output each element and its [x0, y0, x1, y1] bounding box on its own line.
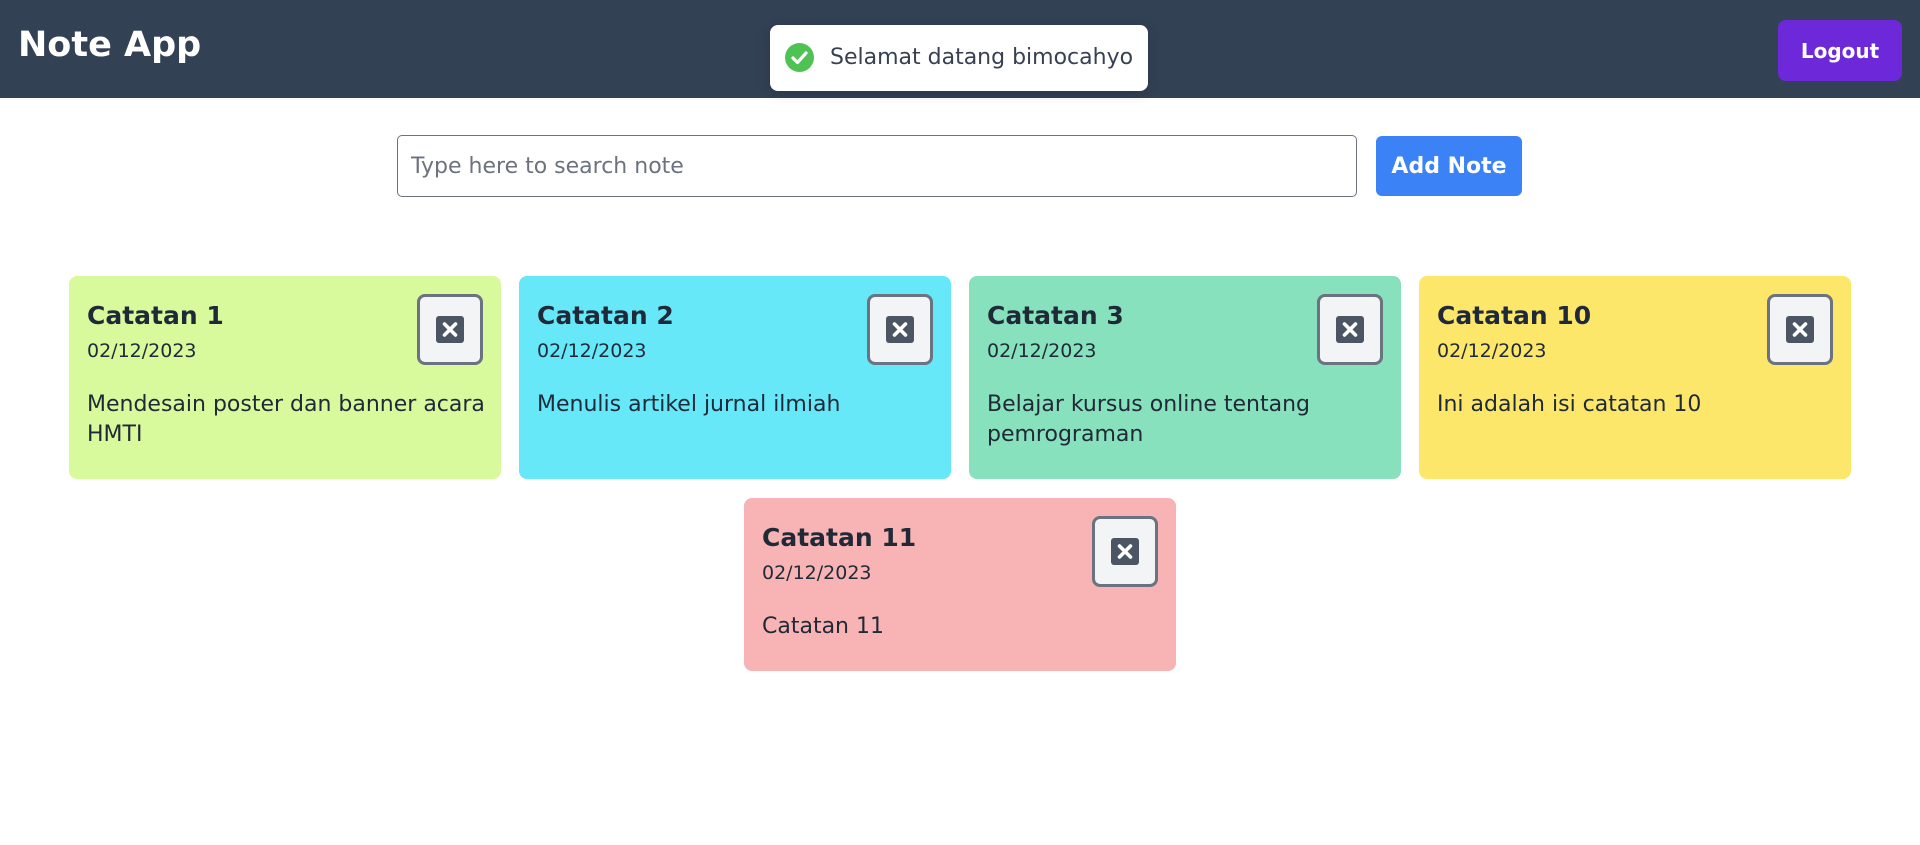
- app-brand: Note App: [18, 25, 202, 65]
- note-body: Ini adalah isi catatan 10: [1437, 392, 1702, 417]
- note-title: Catatan 10: [1437, 301, 1592, 330]
- note-title: Catatan 1: [87, 301, 224, 330]
- delete-note-button[interactable]: [867, 294, 933, 365]
- toast-message: Selamat datang bimocahyo: [830, 45, 1134, 70]
- note-card: Catatan 11 02/12/2023 Catatan 11: [744, 498, 1176, 671]
- welcome-toast: Selamat datang bimocahyo: [770, 25, 1148, 91]
- close-icon: [1111, 538, 1139, 565]
- note-title: Catatan 11: [762, 523, 917, 552]
- logout-button[interactable]: Logout: [1778, 20, 1902, 81]
- search-input[interactable]: [397, 135, 1357, 197]
- check-circle-icon: [785, 43, 814, 72]
- delete-note-button[interactable]: [417, 294, 483, 365]
- close-icon: [1336, 316, 1364, 343]
- close-icon: [886, 316, 914, 343]
- note-card: Catatan 10 02/12/2023 Ini adalah isi cat…: [1419, 276, 1851, 479]
- note-date: 02/12/2023: [987, 340, 1097, 362]
- close-icon: [436, 316, 464, 343]
- note-date: 02/12/2023: [537, 340, 647, 362]
- note-body: Mendesain poster dan banner acara HMTI: [87, 392, 485, 447]
- add-note-button[interactable]: Add Note: [1376, 136, 1522, 196]
- delete-note-button[interactable]: [1767, 294, 1833, 365]
- note-title: Catatan 3: [987, 301, 1124, 330]
- note-body: Catatan 11: [762, 614, 884, 639]
- delete-note-button[interactable]: [1092, 516, 1158, 587]
- note-card: Catatan 2 02/12/2023 Menulis artikel jur…: [519, 276, 951, 479]
- note-body: Menulis artikel jurnal ilmiah: [537, 392, 841, 417]
- note-body: Belajar kursus online tentang pemrograma…: [987, 392, 1310, 447]
- note-card: Catatan 3 02/12/2023 Belajar kursus onli…: [969, 276, 1401, 479]
- note-date: 02/12/2023: [87, 340, 197, 362]
- note-date: 02/12/2023: [762, 562, 872, 584]
- note-date: 02/12/2023: [1437, 340, 1547, 362]
- delete-note-button[interactable]: [1317, 294, 1383, 365]
- note-title: Catatan 2: [537, 301, 674, 330]
- note-card: Catatan 1 02/12/2023 Mendesain poster da…: [69, 276, 501, 479]
- close-icon: [1786, 316, 1814, 343]
